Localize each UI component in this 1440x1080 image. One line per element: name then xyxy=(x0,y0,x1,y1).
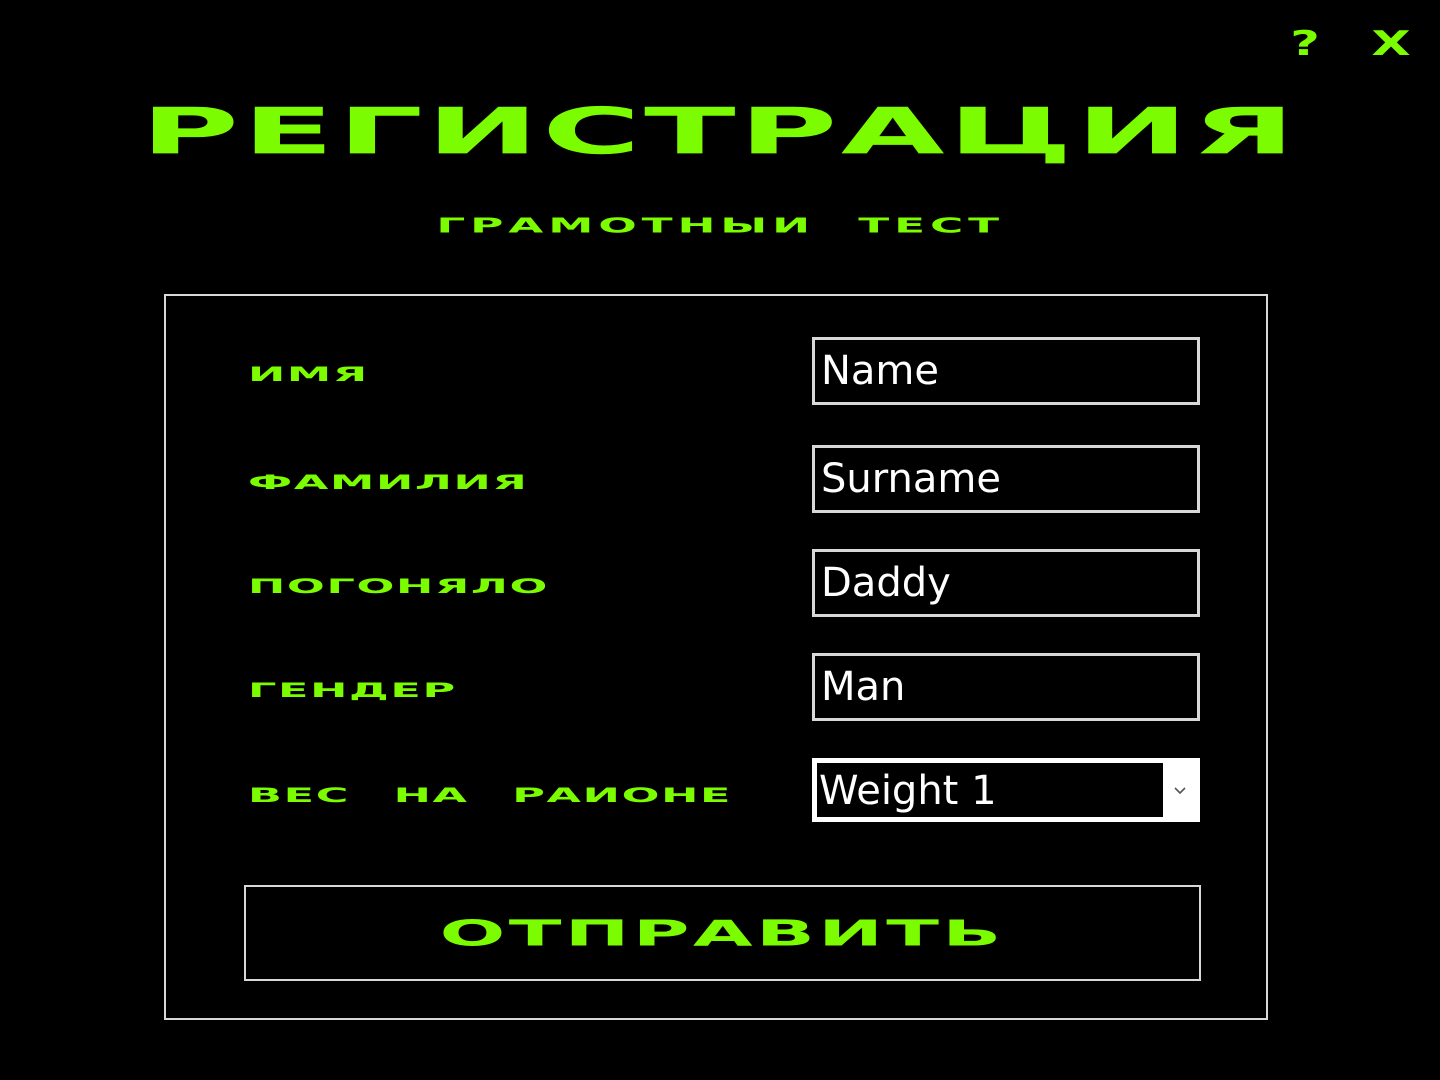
gender-label: Гендер xyxy=(248,679,457,702)
chevron-down-icon[interactable] xyxy=(1163,761,1197,819)
page-title: Регистрация xyxy=(0,82,1440,182)
nickname-input[interactable] xyxy=(812,549,1200,617)
close-button[interactable]: X xyxy=(1354,22,1429,66)
nickname-label: Погоняло xyxy=(248,575,550,598)
help-button[interactable]: ? xyxy=(1268,22,1343,66)
weight-label: Вес на раионе xyxy=(248,784,733,807)
weight-select[interactable]: Weight 1 xyxy=(812,758,1200,822)
name-label: Имя xyxy=(248,363,369,386)
page-subtitle: Грамотныи тест xyxy=(0,206,1440,246)
gender-input[interactable] xyxy=(812,653,1200,721)
weight-select-value: Weight 1 xyxy=(815,761,1163,819)
page-title-text: Регистрация xyxy=(141,95,1299,169)
surname-label: Фамилия xyxy=(248,471,529,494)
name-input[interactable] xyxy=(812,337,1200,405)
submit-button-label: Отправить xyxy=(440,911,1005,955)
surname-input[interactable] xyxy=(812,445,1200,513)
page-subtitle-text: Грамотныи тест xyxy=(436,213,1004,238)
submit-button[interactable]: Отправить xyxy=(244,885,1201,981)
